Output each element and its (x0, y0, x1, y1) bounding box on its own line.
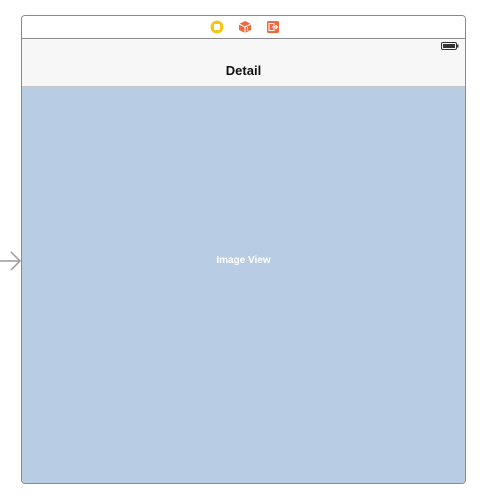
exit-icon[interactable] (266, 20, 280, 34)
navigation-bar[interactable]: Detail (22, 39, 465, 87)
svg-text:1: 1 (246, 27, 249, 33)
battery-icon (441, 42, 459, 50)
detail-scene[interactable]: 1 Detail Image View (21, 15, 466, 484)
first-responder-icon[interactable]: 1 (238, 20, 252, 34)
initial-view-controller-arrow-icon[interactable] (0, 249, 22, 273)
view-controller-icon[interactable] (210, 20, 224, 34)
image-view-label: Image View (216, 255, 271, 266)
scene-dock: 1 (22, 16, 465, 39)
navigation-title[interactable]: Detail (22, 63, 465, 79)
image-view[interactable]: Image View (22, 87, 465, 483)
storyboard-canvas: 1 Detail Image View (0, 0, 484, 500)
